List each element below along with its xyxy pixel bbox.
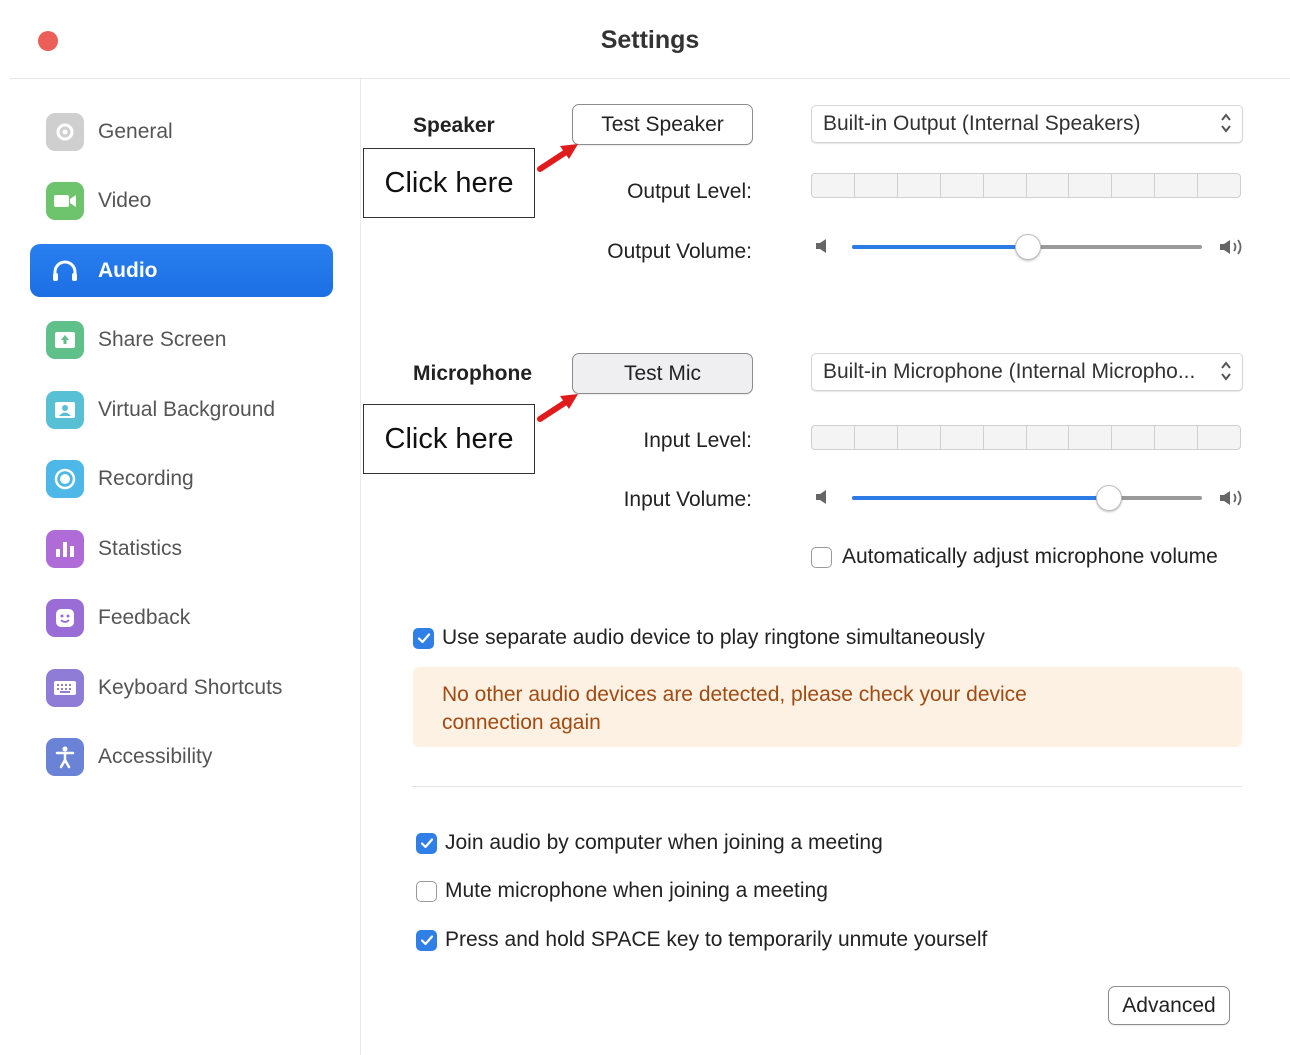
up-down-chevron-icon [1221,361,1231,381]
no-audio-devices-notice: No other audio devices are detected, ple… [413,667,1242,747]
sidebar-item-accessibility[interactable]: Accessibility [30,730,333,783]
advanced-button[interactable]: Advanced [1108,986,1230,1025]
recording-icon [46,459,84,498]
output-volume-label: Output Volume: [607,240,752,263]
input-volume-track [852,485,1202,511]
input-volume-thumb[interactable] [1095,485,1122,511]
auto-adjust-mic-label: Automatically adjust microphone volume [842,545,1218,568]
title-bar: Settings [10,0,1290,79]
sidebar-item-recording[interactable]: Recording [30,452,333,505]
sidebar-item-label: General [98,119,173,143]
auto-adjust-mic-checkbox-row[interactable]: Automatically adjust microphone volume [811,545,1218,569]
sidebar-item-video[interactable]: Video [30,174,333,227]
speaker-device-value: Built-in Output (Internal Speakers) [823,112,1141,135]
sidebar-item-audio[interactable]: Audio [30,244,333,297]
separate-ringtone-label: Use separate audio device to play ringto… [442,626,985,649]
sidebar-item-label: Keyboard Shortcuts [98,675,283,699]
output-volume-thumb[interactable] [1015,234,1041,260]
headphones-icon [46,252,84,290]
sidebar-item-label: Video [98,188,152,212]
sidebar-item-virtual-background[interactable]: Virtual Background [30,383,333,436]
window-title: Settings [600,26,700,54]
separate-ringtone-checkbox-row[interactable]: Use separate audio device to play ringto… [413,626,985,650]
virtual-background-icon [46,390,84,429]
space-unmute-checkbox[interactable] [416,929,437,951]
join-audio-checkbox-row[interactable]: Join audio by computer when joining a me… [416,831,883,855]
space-unmute-label: Press and hold SPACE key to temporarily … [445,928,988,951]
volume-low-icon [816,239,826,253]
settings-sidebar: General Video Audio Share Screen Virtual… [0,79,361,1055]
feedback-smile-icon [46,598,84,637]
test-mic-button[interactable]: Test Mic [572,353,753,394]
output-volume-fill [852,245,1027,249]
sidebar-item-label: Audio [98,258,158,282]
input-volume-label: Input Volume: [623,488,752,511]
up-down-chevron-icon [1221,113,1231,133]
output-volume-slider[interactable] [815,232,1245,262]
input-volume-slider[interactable] [815,483,1245,513]
sidebar-item-feedback[interactable]: Feedback [30,591,333,644]
separate-ringtone-checkbox[interactable] [413,627,434,649]
sidebar-item-label: Accessibility [98,744,213,768]
input-level-label: Input Level: [643,429,752,452]
gear-icon [46,112,84,151]
speaker-section-label: Speaker [413,114,495,137]
test-speaker-button[interactable]: Test Speaker [572,104,753,145]
statistics-icon [46,529,84,568]
notice-text: No other audio devices are detected, ple… [442,683,1027,734]
microphone-device-value: Built-in Microphone (Internal Micropho..… [823,360,1196,383]
volume-high-icon [1220,490,1242,506]
output-level-meter [811,173,1242,198]
input-level-meter [811,425,1242,450]
keyboard-icon [46,668,84,707]
sidebar-item-share-screen[interactable]: Share Screen [30,313,333,366]
space-unmute-checkbox-row[interactable]: Press and hold SPACE key to temporarily … [416,928,987,952]
speaker-device-select[interactable]: Built-in Output (Internal Speakers) [811,105,1243,143]
volume-low-icon [816,490,826,504]
speaker-click-here-callout: Click here [363,148,535,218]
sidebar-item-label: Share Screen [98,327,227,351]
microphone-section-label: Microphone [413,362,532,385]
sidebar-item-statistics[interactable]: Statistics [30,522,333,575]
volume-high-icon [1220,239,1242,255]
sidebar-item-label: Recording [98,466,194,490]
mute-mic-checkbox-row[interactable]: Mute microphone when joining a meeting [416,879,828,903]
output-level-label: Output Level: [627,180,752,203]
sidebar-item-keyboard-shortcuts[interactable]: Keyboard Shortcuts [30,661,333,714]
accessibility-icon [46,737,84,776]
sidebar-item-label: Feedback [98,605,191,629]
mic-click-here-callout: Click here [363,404,535,474]
sidebar-item-label: Virtual Background [98,397,276,421]
auto-adjust-mic-checkbox[interactable] [811,546,832,568]
share-screen-icon [46,320,84,359]
video-camera-icon [46,181,84,220]
sidebar-item-general[interactable]: General [30,105,333,158]
sidebar-item-label: Statistics [98,536,183,560]
mute-mic-label: Mute microphone when joining a meeting [445,879,828,902]
mute-mic-checkbox[interactable] [416,880,437,902]
input-volume-fill [852,496,1108,500]
red-arrow-icon [537,394,578,422]
output-volume-track [852,234,1202,260]
join-audio-label: Join audio by computer when joining a me… [445,831,883,854]
microphone-device-select[interactable]: Built-in Microphone (Internal Micropho..… [811,353,1243,391]
join-audio-checkbox[interactable] [416,832,437,854]
section-divider [412,786,1242,787]
red-arrow-icon [537,144,578,172]
